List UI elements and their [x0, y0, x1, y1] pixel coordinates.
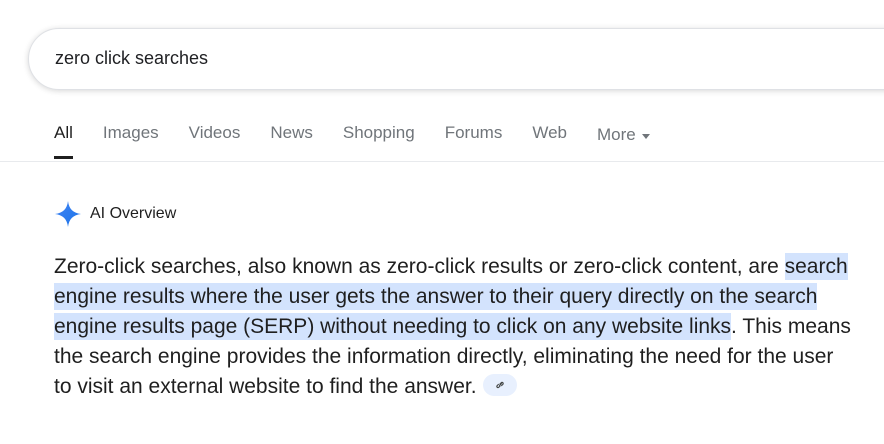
ai-overview-title: AI Overview: [90, 205, 177, 222]
link-icon: [495, 382, 504, 389]
chevron-down-icon: [641, 133, 650, 139]
tab-shopping[interactable]: Shopping: [343, 123, 415, 147]
search-input[interactable]: zero click searches: [55, 48, 208, 69]
tab-web[interactable]: Web: [532, 123, 567, 147]
tab-videos[interactable]: Videos: [189, 123, 241, 147]
ai-overview-text: Zero-click searches, also known as zero-…: [54, 252, 854, 402]
tab-all[interactable]: All: [54, 123, 73, 159]
tab-more[interactable]: More: [597, 123, 650, 147]
ai-overview-header: AI Overview: [54, 200, 176, 228]
sparkle-icon: [55, 201, 81, 227]
tab-images[interactable]: Images: [103, 123, 159, 147]
tab-news[interactable]: News: [270, 123, 313, 147]
source-link-button[interactable]: [482, 374, 517, 397]
search-tabs: All Images Videos News Shopping Forums W…: [54, 123, 680, 159]
tab-more-label: More: [596, 125, 636, 144]
search-box[interactable]: zero click searches: [28, 28, 884, 90]
overview-text-intro: Zero-click searches, also known as zero-…: [54, 255, 785, 278]
tabs-divider: [0, 161, 884, 162]
tab-forums[interactable]: Forums: [445, 123, 503, 147]
